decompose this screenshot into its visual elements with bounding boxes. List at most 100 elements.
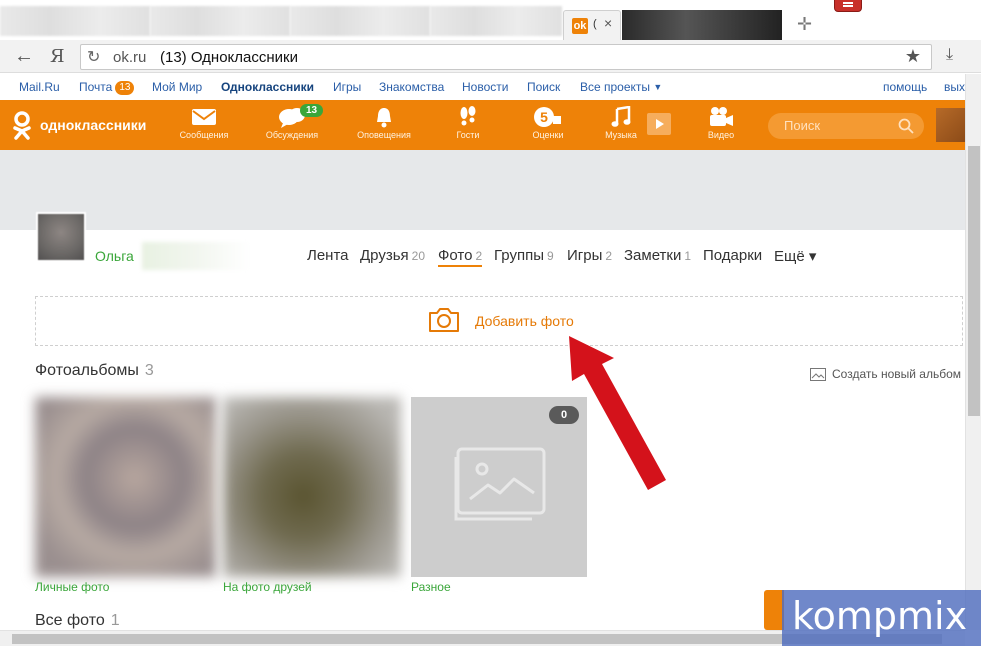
- download-icon[interactable]: ⤓: [946, 46, 953, 64]
- portal-bar: Mail.Ru Почта 13 Мой Мир Одноклассники Иг…: [0, 74, 965, 100]
- all-photos-count: 1: [110, 612, 120, 629]
- toolbar-label: Сообщения: [179, 130, 229, 140]
- watermark: kompmix: [782, 590, 981, 646]
- nav-label: Ещё ▾: [774, 248, 817, 265]
- all-projects-label: Все проекты: [580, 80, 651, 94]
- album-caption[interactable]: Личные фото: [35, 580, 109, 594]
- album-caption[interactable]: На фото друзей: [223, 580, 312, 594]
- address-bar[interactable]: ↻ ok.ru (13) Одноклассники ★: [80, 44, 932, 70]
- create-album-label: Создать новый альбом: [832, 367, 961, 381]
- portal-link-dating[interactable]: Знакомства: [379, 80, 444, 94]
- play-icon[interactable]: [647, 113, 671, 135]
- reload-icon[interactable]: ↻: [87, 47, 100, 67]
- ok-logo-icon: [13, 111, 31, 140]
- rating-5-icon: 5: [534, 107, 561, 127]
- add-photo-button[interactable]: Добавить фото: [35, 296, 963, 346]
- watermark-text: kompmix: [792, 594, 968, 638]
- search-placeholder: Поиск: [784, 118, 821, 133]
- portal-link-mymir[interactable]: Мой Мир: [152, 80, 202, 94]
- toolbar-discussions[interactable]: 13 Обсуждения: [252, 104, 332, 140]
- portal-help-link[interactable]: помощь: [883, 80, 927, 94]
- browser-tab-blurred[interactable]: [622, 10, 782, 40]
- profile-nav-groups[interactable]: Группы 9: [494, 247, 554, 264]
- toolbar-notifications[interactable]: Оповещения: [344, 106, 424, 140]
- browser-tab-blurred[interactable]: [290, 6, 430, 36]
- all-photos-title: Все фото 1: [35, 612, 120, 630]
- bell-icon: [377, 108, 391, 128]
- profile-nav-games[interactable]: Игры 2: [567, 247, 612, 264]
- profile-nav-photos[interactable]: Фото 2: [438, 247, 483, 267]
- envelope-icon: [192, 109, 216, 125]
- toolbar-ratings[interactable]: 5 Оценки: [508, 106, 588, 140]
- caret-down-icon: ▼: [653, 82, 663, 92]
- nav-count: 2: [475, 249, 483, 263]
- toolbar-messages[interactable]: Сообщения: [164, 106, 244, 140]
- portal-link-mail[interactable]: Почта 13: [79, 80, 135, 95]
- profile-nav-feed[interactable]: Лента: [307, 247, 349, 264]
- profile-avatar[interactable]: [36, 212, 86, 262]
- album-caption[interactable]: Разное: [411, 580, 451, 594]
- profile-cover: [0, 150, 965, 230]
- profile-nav-more[interactable]: Ещё ▾: [774, 247, 816, 265]
- albums-count: 3: [144, 362, 154, 379]
- ok-toolbar: одноклассники Сообщения 13 Обсуждения Оп…: [0, 100, 965, 150]
- ok-logo[interactable]: одноклассники: [12, 110, 162, 140]
- url-page-title: (13) Одноклассники: [160, 49, 298, 66]
- portal-link-news[interactable]: Новости: [462, 80, 508, 94]
- nav-count: 20: [411, 249, 426, 263]
- portal-logout-link[interactable]: вых: [944, 80, 965, 94]
- new-tab-icon[interactable]: ✛: [797, 14, 812, 35]
- albums-title: Фотоальбомы 3: [35, 362, 154, 380]
- vertical-scroll-thumb[interactable]: [968, 146, 980, 416]
- nav-label: Заметки: [624, 247, 682, 264]
- close-icon[interactable]: ×: [604, 15, 612, 31]
- ok-favicon-icon: ok: [572, 18, 588, 34]
- back-arrow-icon[interactable]: ←: [14, 45, 34, 68]
- image-placeholder-icon: [454, 447, 546, 521]
- avatar[interactable]: [936, 108, 965, 142]
- profile-name-redacted: [142, 242, 250, 270]
- album-cover[interactable]: [223, 397, 401, 577]
- nav-count: 9: [546, 249, 554, 263]
- discussions-count-badge: 13: [300, 104, 324, 117]
- browser-tab-blurred[interactable]: [0, 6, 150, 36]
- albums-title-label: Фотоальбомы: [35, 362, 139, 379]
- portal-link-ok[interactable]: Одноклассники: [221, 80, 314, 94]
- profile-nav-friends[interactable]: Друзья 20: [360, 247, 425, 264]
- toolbar-video[interactable]: Видео: [681, 106, 761, 140]
- vertical-scrollbar[interactable]: [965, 74, 981, 630]
- portal-link-search[interactable]: Поиск: [527, 80, 560, 94]
- browser-tab-blurred[interactable]: [150, 6, 290, 36]
- portal-link-games[interactable]: Игры: [333, 80, 361, 94]
- nav-label: Подарки: [703, 247, 763, 264]
- album-cover[interactable]: [35, 397, 216, 577]
- nav-count: 2: [605, 249, 613, 263]
- window-menu-button[interactable]: [834, 0, 862, 12]
- nav-label: Фото: [438, 247, 473, 264]
- toolbar-guests[interactable]: Гости: [428, 106, 508, 140]
- browser-tab-blurred[interactable]: [430, 6, 562, 36]
- browser-tab-active[interactable]: ok ( ×: [563, 10, 621, 40]
- portal-link-mailru[interactable]: Mail.Ru: [19, 80, 60, 94]
- toolbar-search-input[interactable]: Поиск: [768, 113, 924, 139]
- create-album-link[interactable]: Создать новый альбом: [810, 367, 961, 381]
- bookmark-star-icon[interactable]: ★: [905, 46, 921, 67]
- portal-link-mail-label: Почта: [79, 80, 113, 94]
- nav-label: Игры: [567, 247, 603, 264]
- svg-text:5: 5: [540, 109, 548, 125]
- profile-nav-gifts[interactable]: Подарки: [703, 247, 762, 264]
- search-icon[interactable]: [898, 118, 914, 134]
- profile-nav-notes[interactable]: Заметки 1: [624, 247, 691, 264]
- nav-label: Друзья: [360, 247, 409, 264]
- orange-button-partial[interactable]: [764, 590, 784, 630]
- nav-label: Группы: [494, 247, 544, 264]
- toolbar-label: Видео: [707, 130, 735, 140]
- red-arrow-annotation: [569, 336, 666, 490]
- music-note-icon: [611, 106, 631, 127]
- video-camera-icon: [710, 107, 733, 126]
- browser-toolbar: ← Я ↻ ok.ru (13) Одноклассники ★ ⤓: [0, 40, 981, 73]
- nav-label: Лента: [307, 247, 349, 264]
- profile-name[interactable]: Ольга: [95, 248, 134, 264]
- yandex-icon[interactable]: Я: [50, 46, 65, 67]
- portal-link-all-projects[interactable]: Все проекты ▼: [580, 80, 662, 94]
